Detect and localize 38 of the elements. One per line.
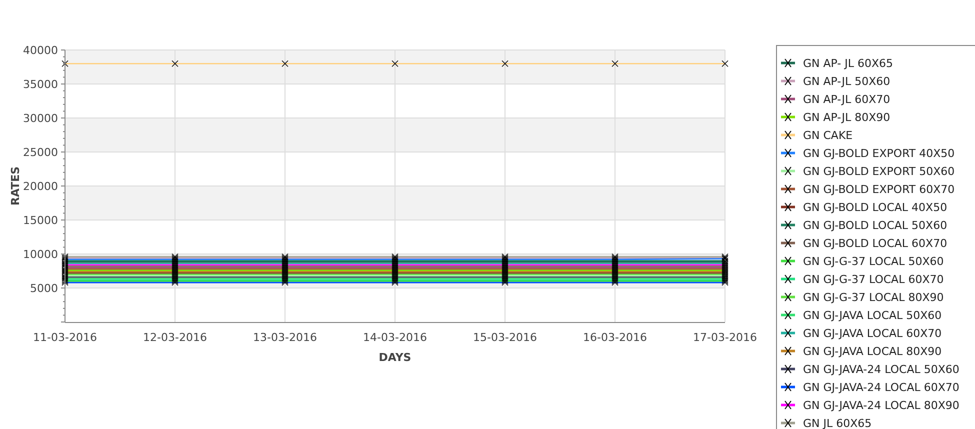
legend-label: GN GJ-BOLD EXPORT 60X70 bbox=[803, 182, 955, 196]
x-tick-label: 15-03-2016 bbox=[473, 331, 537, 344]
legend-label: GN GJ-JAVA-24 LOCAL 50X60 bbox=[803, 362, 960, 376]
x-tick-label: 16-03-2016 bbox=[583, 331, 647, 344]
y-tick-label: 25000 bbox=[23, 146, 58, 159]
x-tick-label: 12-03-2016 bbox=[143, 331, 207, 344]
legend-label: GN GJ-JAVA-24 LOCAL 60X70 bbox=[803, 380, 960, 394]
x-tick-label: 17-03-2016 bbox=[693, 331, 757, 344]
y-tick-label: 10000 bbox=[23, 248, 58, 261]
legend-label: GN AP-JL 60X70 bbox=[803, 92, 890, 106]
x-tick-label: 11-03-2016 bbox=[33, 331, 97, 344]
y-tick-label: 15000 bbox=[23, 214, 58, 227]
legend-label: GN AP-JL 50X60 bbox=[803, 74, 890, 88]
x-tick-label: 14-03-2016 bbox=[363, 331, 427, 344]
legend-label: GN GJ-G-37 LOCAL 80X90 bbox=[803, 290, 944, 304]
legend-label: GN GJ-BOLD LOCAL 50X60 bbox=[803, 218, 948, 232]
legend-label: GN AP-JL 80X90 bbox=[803, 110, 890, 124]
x-axis-title: DAYS bbox=[378, 351, 412, 364]
legend-label: GN GJ-JAVA LOCAL 60X70 bbox=[803, 326, 942, 340]
legend-label: GN GJ-BOLD EXPORT 50X60 bbox=[803, 164, 955, 178]
legend-label: GN GJ-JAVA LOCAL 50X60 bbox=[803, 308, 942, 322]
legend-label: GN GJ-JAVA-24 LOCAL 80X90 bbox=[803, 398, 960, 412]
legend-label: GN AP- JL 60X65 bbox=[803, 56, 894, 70]
legend-label: GN GJ-BOLD LOCAL 40X50 bbox=[803, 200, 948, 214]
y-tick-label: 30000 bbox=[23, 112, 58, 125]
y-tick-label: 5000 bbox=[30, 282, 58, 295]
x-tick-label: 13-03-2016 bbox=[253, 331, 317, 344]
legend-label: GN JL 60X65 bbox=[803, 416, 872, 429]
y-tick-label: 40000 bbox=[23, 44, 58, 57]
legend-label: GN GJ-JAVA LOCAL 80X90 bbox=[803, 344, 942, 358]
legend-label: GN GJ-G-37 LOCAL 60X70 bbox=[803, 272, 944, 286]
legend-label: GN GJ-G-37 LOCAL 50X60 bbox=[803, 254, 944, 268]
legend-label: GN CAKE bbox=[803, 128, 853, 142]
legend-label: GN GJ-BOLD LOCAL 60X70 bbox=[803, 236, 948, 250]
y-tick-label: 35000 bbox=[23, 78, 58, 91]
y-tick-label: 20000 bbox=[23, 180, 58, 193]
legend-label: GN GJ-BOLD EXPORT 40X50 bbox=[803, 146, 955, 160]
y-axis-title: RATES bbox=[9, 166, 22, 206]
